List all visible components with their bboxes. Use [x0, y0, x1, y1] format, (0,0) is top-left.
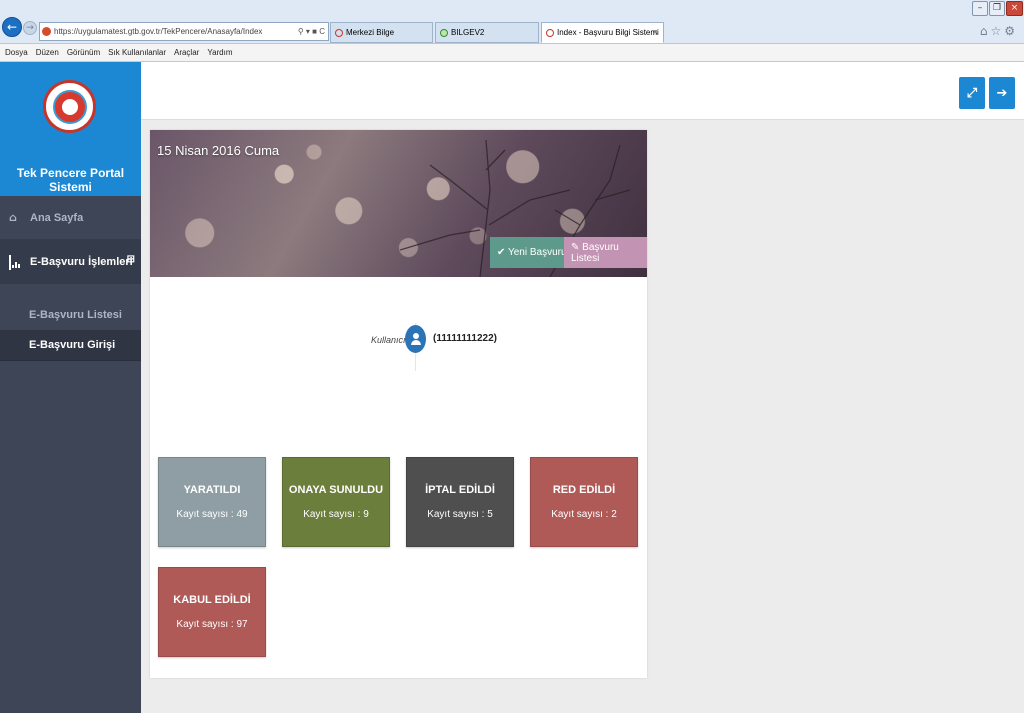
favorites-star-icon[interactable]: ☆ — [990, 24, 1004, 38]
sidebar-item-label: Ana Sayfa — [30, 211, 84, 224]
sidebar-subitem-e-basvuru-listesi[interactable]: E-Başvuru Listesi — [0, 299, 141, 330]
stat-title: YARATILDI — [183, 484, 241, 496]
stat-card-red-edildi[interactable]: RED EDİLDİ Kayıt sayısı : 2 — [530, 457, 638, 547]
stat-card-kabul-edildi[interactable]: KABUL EDİLDİ Kayıt sayısı : 97 — [158, 567, 266, 657]
tab-label: BILGEV2 — [451, 28, 485, 37]
tab-favicon-icon — [335, 28, 343, 37]
brand-header: Tek Pencere Portal Sistemi — [0, 62, 141, 196]
restore-icon[interactable]: ❐ — [989, 1, 1005, 16]
address-url: https://uygulamatest.gtb.gov.tr/TekPence… — [54, 27, 263, 36]
stat-title: ONAYA SUNULDU — [288, 484, 384, 496]
settings-gear-icon[interactable]: ⚙ — [1004, 24, 1018, 38]
menu-gorunum[interactable]: Görünüm — [67, 48, 100, 57]
stat-card-onaya-sunuldu[interactable]: ONAYA SUNULDU Kayıt sayısı : 9 — [282, 457, 390, 547]
close-window-icon[interactable]: × — [1006, 1, 1023, 16]
tab-merkezi-bilge[interactable]: Merkezi Bilge — [330, 22, 433, 43]
stat-count: Kayıt sayısı : 2 — [551, 509, 617, 520]
stat-card-yaratildi[interactable]: YARATILDI Kayıt sayısı : 49 — [158, 457, 266, 547]
bar-chart-icon — [9, 255, 20, 270]
tab-basvuru-bilgi-sistemi[interactable]: Index - Başvuru Bilgi Sistemi × — [541, 22, 664, 43]
logout-icon: ➔ — [996, 85, 1008, 101]
tab-favicon-icon — [546, 28, 554, 37]
current-date: 15 Nisan 2016 Cuma — [157, 143, 280, 158]
tab-bilgev2[interactable]: BILGEV2 — [435, 22, 539, 43]
stat-count: Kayıt sayısı : 49 — [176, 509, 248, 520]
tab-close-icon[interactable]: × — [653, 23, 658, 42]
back-arrow-icon[interactable]: ← — [2, 17, 22, 37]
stat-card-iptal-edildi[interactable]: İPTAL EDİLDİ Kayıt sayısı : 5 — [406, 457, 514, 547]
site-favicon-icon — [42, 27, 51, 36]
browser-chrome: ← → https://uygulamatest.gtb.gov.tr/TekP… — [0, 0, 1024, 44]
menu-araclar[interactable]: Araçlar — [174, 48, 199, 57]
stat-title: RED EDİLDİ — [552, 484, 616, 496]
fullscreen-button[interactable]: ⤢ — [959, 77, 985, 109]
stat-count: Kayıt sayısı : 5 — [427, 509, 493, 520]
minimize-icon[interactable]: – — [972, 1, 988, 16]
tab-label: Merkezi Bilge — [346, 28, 395, 37]
fullscreen-icon: ⤢ — [966, 85, 978, 101]
user-avatar-icon — [405, 325, 426, 353]
home-icon: ⌂ — [9, 211, 17, 224]
top-header: ⤢ ➔ — [141, 62, 1024, 120]
sidebar-item-e-basvuru-islemleri[interactable]: E-Başvuru İşlemleri ⊟ — [0, 240, 141, 284]
sidebar: Tek Pencere Portal Sistemi ⌂ Ana Sayfa E… — [0, 62, 141, 713]
stat-title: İPTAL EDİLDİ — [425, 484, 495, 496]
forward-arrow-icon[interactable]: → — [23, 21, 37, 35]
user-id: (11111111222) — [433, 333, 497, 344]
collapse-toggle-icon[interactable]: ⊟ — [127, 254, 135, 265]
stat-count: Kayıt sayısı : 9 — [303, 509, 369, 520]
application-list-button[interactable]: ✎ Başvuru Listesi — [564, 237, 647, 268]
brand-name: Tek Pencere Portal Sistemi — [16, 166, 125, 194]
tab-favicon-icon — [440, 28, 448, 37]
address-bar[interactable]: https://uygulamatest.gtb.gov.tr/TekPence… — [39, 22, 329, 41]
stat-title: KABUL EDİLDİ — [173, 594, 251, 606]
ministry-logo[interactable] — [43, 80, 96, 133]
user-info: Kullanıcı (11111111222) — [150, 323, 647, 371]
address-tools-icon[interactable]: ⚲ ▾ ■ C — [298, 23, 325, 40]
banner-image: 15 Nisan 2016 Cuma ✔ Yeni Başvuru ✎ Başv… — [150, 130, 647, 277]
stat-count: Kayıt sayısı : 97 — [176, 619, 248, 630]
new-application-button[interactable]: ✔ Yeni Başvuru — [490, 237, 574, 268]
menu-duzen[interactable]: Düzen — [36, 48, 59, 57]
user-label: Kullanıcı — [371, 335, 406, 345]
menu-bar: Dosya Düzen Görünüm Sık Kullanılanlar Araçla… — [0, 44, 1024, 62]
tab-label: Index - Başvuru Bilgi Sistemi — [557, 28, 659, 37]
menu-dosya[interactable]: Dosya — [5, 48, 28, 57]
sidebar-subitem-e-basvuru-girisi[interactable]: E-Başvuru Girişi — [0, 330, 141, 361]
sidebar-item-label: E-Başvuru İşlemleri — [30, 255, 133, 268]
toolbar-icons: ⌂☆⚙ — [980, 24, 1018, 38]
menu-sik-kullanilanlar[interactable]: Sık Kullanılanlar — [108, 48, 166, 57]
logout-button[interactable]: ➔ — [989, 77, 1015, 109]
home-toolbar-icon[interactable]: ⌂ — [980, 24, 991, 38]
dashboard-card: 15 Nisan 2016 Cuma ✔ Yeni Başvuru ✎ Başv… — [150, 130, 647, 678]
menu-yardim[interactable]: Yardım — [207, 48, 232, 57]
sidebar-item-ana-sayfa[interactable]: ⌂ Ana Sayfa — [0, 196, 141, 240]
